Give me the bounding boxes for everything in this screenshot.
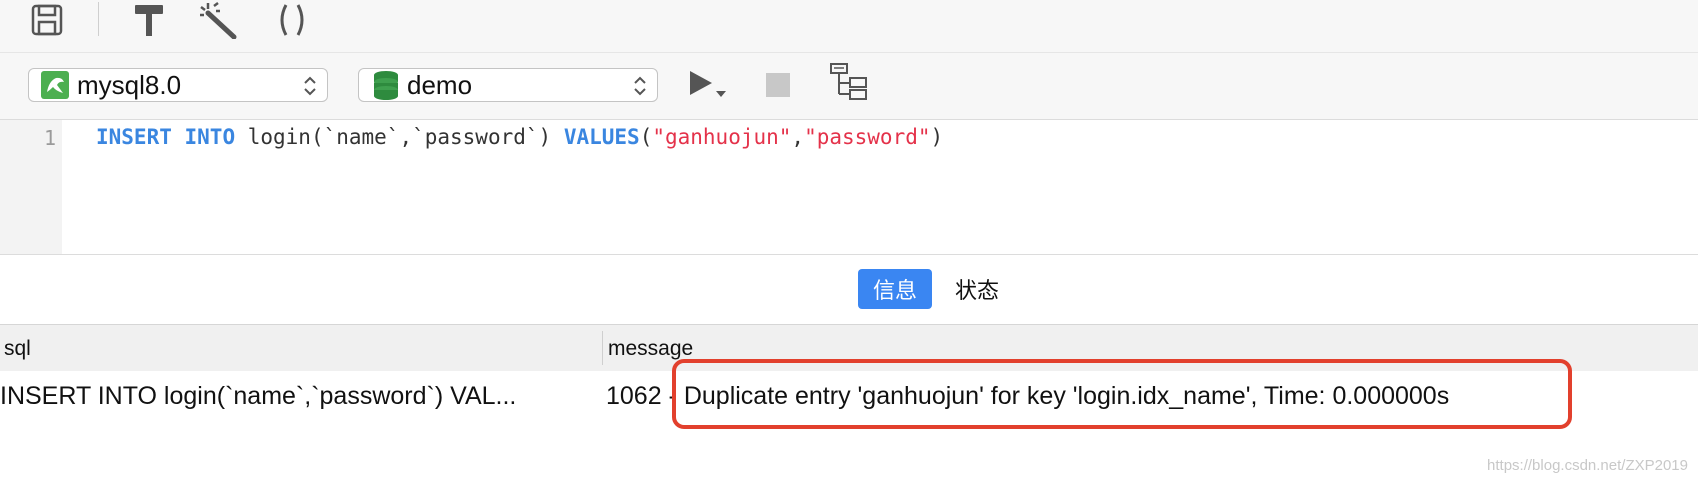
column-header-sql[interactable]: sql — [4, 337, 31, 361]
database-label: demo — [407, 69, 473, 100]
code-line[interactable]: INSERT INTO login(`name`,`password`) VAL… — [96, 125, 943, 149]
table-token: login(`name`,`password`) — [235, 125, 564, 149]
open-paren: ( — [639, 125, 653, 149]
toolbar-separator — [98, 2, 99, 36]
cell-message: 1062 - Duplicate entry 'ganhuojun' for k… — [606, 382, 1450, 410]
tab-info[interactable]: 信息 — [858, 269, 932, 309]
close-paren: ) — [930, 125, 944, 149]
comma-token: , — [791, 125, 805, 149]
result-tabs: 信息 状态 — [0, 255, 1698, 323]
explain-icon[interactable] — [830, 63, 868, 106]
main-toolbar — [0, 0, 1698, 53]
column-divider[interactable] — [602, 331, 603, 365]
run-icon[interactable] — [688, 69, 728, 106]
connection-toolbar: mysql8.0 demo — [0, 53, 1698, 120]
stop-icon[interactable] — [766, 73, 790, 102]
connection-label: mysql8.0 — [77, 69, 182, 100]
keyword-insert: INSERT — [96, 125, 172, 149]
parentheses-icon[interactable] — [276, 0, 308, 40]
database-icon — [373, 70, 399, 100]
string-literal-1: "ganhuojun" — [652, 125, 792, 149]
sql-editor[interactable]: 1 INSERT INTO login(`name`,`password`) V… — [0, 120, 1698, 255]
line-number: 1 — [43, 126, 56, 150]
result-grid-header: sql message — [0, 324, 1698, 372]
connection-select[interactable]: mysql8.0 — [28, 68, 328, 102]
column-header-message[interactable]: message — [608, 337, 693, 361]
chevron-updown-icon — [633, 74, 647, 103]
chevron-updown-icon — [303, 74, 317, 103]
table-row[interactable]: INSERT INTO login(`name`,`password`) VAL… — [0, 371, 1698, 421]
keyword-values: VALUES — [563, 125, 640, 149]
keyword-into: INTO — [184, 125, 236, 149]
watermark: https://blog.csdn.net/ZXP2019 — [1487, 457, 1688, 474]
magic-wand-icon[interactable] — [200, 0, 240, 40]
save-icon[interactable] — [30, 0, 64, 40]
string-literal-2: "password" — [804, 125, 931, 149]
dolphin-icon — [41, 71, 69, 99]
database-select[interactable]: demo — [358, 68, 658, 102]
cell-sql: INSERT INTO login(`name`,`password`) VAL… — [0, 382, 517, 410]
line-gutter: 1 — [0, 120, 62, 254]
hammer-icon[interactable] — [132, 0, 166, 40]
tab-status[interactable]: 状态 — [946, 269, 1008, 309]
